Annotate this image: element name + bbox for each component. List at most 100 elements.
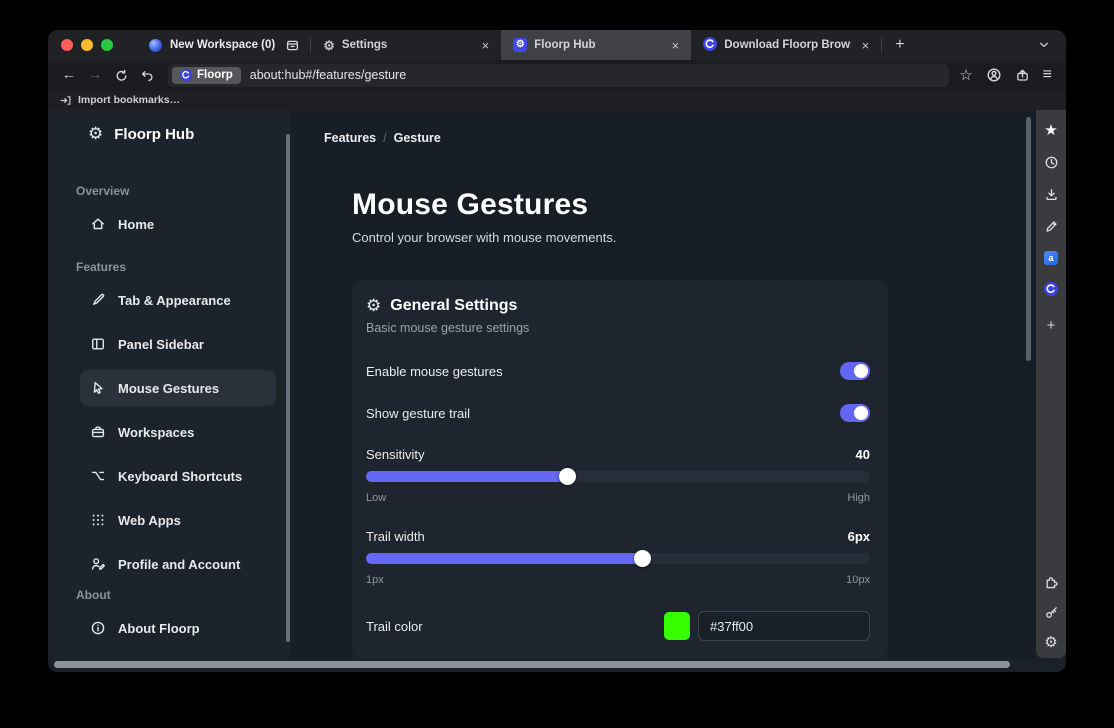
workspace-indicator[interactable]: New Workspace (0) [125,38,310,53]
import-icon [59,94,72,107]
breadcrumb-parent[interactable]: Features [324,131,376,145]
enable-gestures-toggle[interactable] [840,362,870,380]
tab-label: Floorp Hub [534,39,660,51]
sidebar-item-label: Home [118,217,154,232]
bookmark-star-icon[interactable]: ☆ [959,66,972,84]
show-trail-toggle[interactable] [840,404,870,422]
close-tab-icon[interactable]: × [858,38,874,53]
add-panel-icon[interactable]: + [1047,318,1056,333]
browser-window: New Workspace (0) ⚙ Settings × ⚙ Floorp … [48,30,1066,672]
url-bar[interactable]: Floorp about:hub#/features/gesture [168,64,949,87]
setting-row-enable-gestures: Enable mouse gestures [366,362,870,380]
trail-width-slider-group: Trail width 6px 1px 10px [366,529,870,586]
forward-button[interactable]: → [82,67,108,83]
extensions-icon[interactable] [1044,575,1059,590]
workspace-label: New Workspace (0) [170,39,275,51]
new-tab-button[interactable]: + [882,36,917,54]
cursor-icon [90,380,106,396]
close-window-button[interactable] [61,39,73,51]
workspace-manager-icon[interactable] [285,38,300,53]
side-toolbar-bottom: ⚙ [1044,575,1059,652]
page-content: ⚙ Floorp Hub Overview Home Features Tab … [48,110,1066,658]
sensitivity-slider-group: Sensitivity 40 Low High [366,447,870,504]
url-text[interactable]: about:hub#/features/gesture [250,68,406,82]
zoom-window-button[interactable] [101,39,113,51]
reload-icon[interactable] [108,68,134,83]
share-icon[interactable] [1015,68,1030,83]
slider-label: Trail width [366,529,425,544]
breadcrumb-separator: / [383,131,386,145]
setting-label: Trail color [366,619,664,634]
tab-floorp-hub[interactable]: ⚙ Floorp Hub × [501,30,691,60]
sidebar-item-about-floorp[interactable]: About Floorp [80,610,276,646]
tab-label: Settings [342,39,471,51]
option-key-icon [90,468,106,484]
sidebar-item-label: Mouse Gestures [118,381,219,396]
sidebar-item-profile-account[interactable]: Profile and Account [80,546,276,582]
browser-side-toolbar: ★ a + ⚙ [1036,110,1066,658]
translate-icon[interactable]: a [1044,251,1058,265]
breadcrumb: Features / Gesture [324,131,1036,145]
menu-icon[interactable]: ≡ [1043,66,1052,84]
trail-width-slider[interactable] [366,553,870,564]
hub-title-label: Floorp Hub [114,126,194,143]
general-settings-card: ⚙ General Settings Basic mouse gesture s… [352,280,888,661]
sidebar-item-home[interactable]: Home [80,206,276,242]
page-scrollbar[interactable] [1026,117,1031,361]
minimize-window-button[interactable] [81,39,93,51]
workspace-icon [149,39,162,52]
sidebar-section-overview: Overview [76,184,290,198]
trail-color-row: Trail color [366,611,870,641]
sidebar-item-workspaces[interactable]: Workspaces [80,414,276,450]
sidebar-item-mouse-gestures[interactable]: Mouse Gestures [80,370,276,406]
notes-pencil-icon[interactable] [1044,219,1059,234]
sidebar-item-web-apps[interactable]: Web Apps [80,502,276,538]
sidebar-item-label: Panel Sidebar [118,337,204,352]
card-subtitle: Basic mouse gesture settings [366,321,870,335]
slider-fill [366,553,643,564]
bookmarks-bar: Import bookmarks… [48,90,1066,110]
undo-close-tab-icon[interactable] [134,68,160,83]
sidebar-item-label: Profile and Account [118,557,240,572]
site-identity-chip[interactable]: Floorp [172,67,241,84]
slider-thumb[interactable] [559,468,576,485]
sidebar-item-panel-sidebar[interactable]: Panel Sidebar [80,326,276,362]
settings-gear-icon[interactable]: ⚙ [1044,635,1057,650]
slider-value: 40 [856,447,870,462]
slider-label: Sensitivity [366,447,425,462]
page-title: Mouse Gestures [352,188,1036,222]
trail-color-swatch[interactable] [664,612,690,640]
account-icon[interactable] [986,67,1002,83]
breadcrumb-current: Gesture [394,131,441,145]
downloads-icon[interactable] [1044,187,1059,202]
traffic-lights [48,39,125,51]
card-title-row: ⚙ General Settings [366,296,870,316]
horizontal-scrollbar[interactable] [54,661,1010,668]
hub-sidebar: ⚙ Floorp Hub Overview Home Features Tab … [48,110,290,658]
slider-thumb[interactable] [634,550,651,567]
slider-min-label: 1px [366,574,384,586]
sensitivity-slider[interactable] [366,471,870,482]
setting-row-show-trail: Show gesture trail [366,404,870,422]
tab-download-floorp[interactable]: Download Floorp Browser × [691,30,881,60]
close-tab-icon[interactable]: × [668,38,684,53]
slider-fill [366,471,568,482]
setting-label: Show gesture trail [366,406,470,421]
floorp-panel-icon[interactable] [1044,282,1058,301]
import-bookmarks-button[interactable]: Import bookmarks… [78,94,180,106]
trail-color-input[interactable] [698,611,870,641]
close-tab-icon[interactable]: × [478,38,494,53]
back-button[interactable]: ← [56,67,82,83]
passwords-key-icon[interactable] [1044,605,1059,620]
history-icon[interactable] [1044,155,1059,170]
hub-title: ⚙ Floorp Hub [48,124,290,144]
panel-icon [90,336,106,352]
gear-icon: ⚙ [366,296,381,316]
sidebar-item-keyboard-shortcuts[interactable]: Keyboard Shortcuts [80,458,276,494]
sidebar-item-tab-appearance[interactable]: Tab & Appearance [80,282,276,318]
site-identity-label: Floorp [197,69,233,81]
sidebar-item-label: About Floorp [118,621,200,636]
bookmarks-icon[interactable]: ★ [1044,123,1057,138]
list-all-tabs-button[interactable] [1022,38,1066,52]
tab-settings[interactable]: ⚙ Settings × [311,30,501,60]
